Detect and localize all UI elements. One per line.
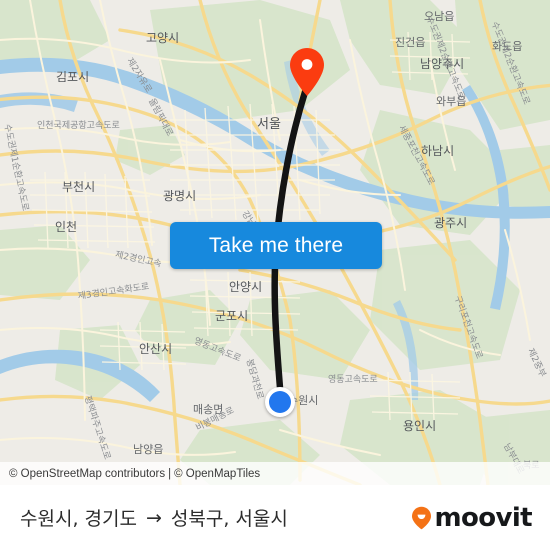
- arrow-right-icon: →: [145, 506, 162, 529]
- footer-bar: 수원시, 경기도 → 성북구, 서울시 moovit: [0, 485, 550, 550]
- trip-origin: 수원시, 경기도: [20, 508, 137, 530]
- map-attribution: © OpenStreetMap contributors | © OpenMap…: [0, 462, 550, 485]
- moovit-pin-icon: [412, 506, 432, 529]
- take-me-there-button[interactable]: Take me there: [170, 222, 382, 269]
- attribution-separator: |: [168, 467, 172, 480]
- moovit-map-screen: 고양시 오남읍 진건읍 화도읍 남양주시 와부읍 하남시 서울 김포시 부천시 광명시 인천 안양시 군포…: [0, 0, 550, 550]
- trip-destination: 성북구, 서울시: [170, 508, 288, 530]
- attribution-tiles[interactable]: © OpenMapTiles: [174, 468, 260, 480]
- attribution-osm[interactable]: © OpenStreetMap contributors: [9, 468, 165, 480]
- map-canvas[interactable]: 고양시 오남읍 진건읍 화도읍 남양주시 와부읍 하남시 서울 김포시 부천시 광명시 인천 안양시 군포…: [0, 0, 550, 485]
- trip-summary: 수원시, 경기도 → 성북구, 서울시: [20, 504, 288, 531]
- moovit-logo[interactable]: moovit: [411, 502, 533, 533]
- moovit-wordmark: moovit: [434, 502, 532, 533]
